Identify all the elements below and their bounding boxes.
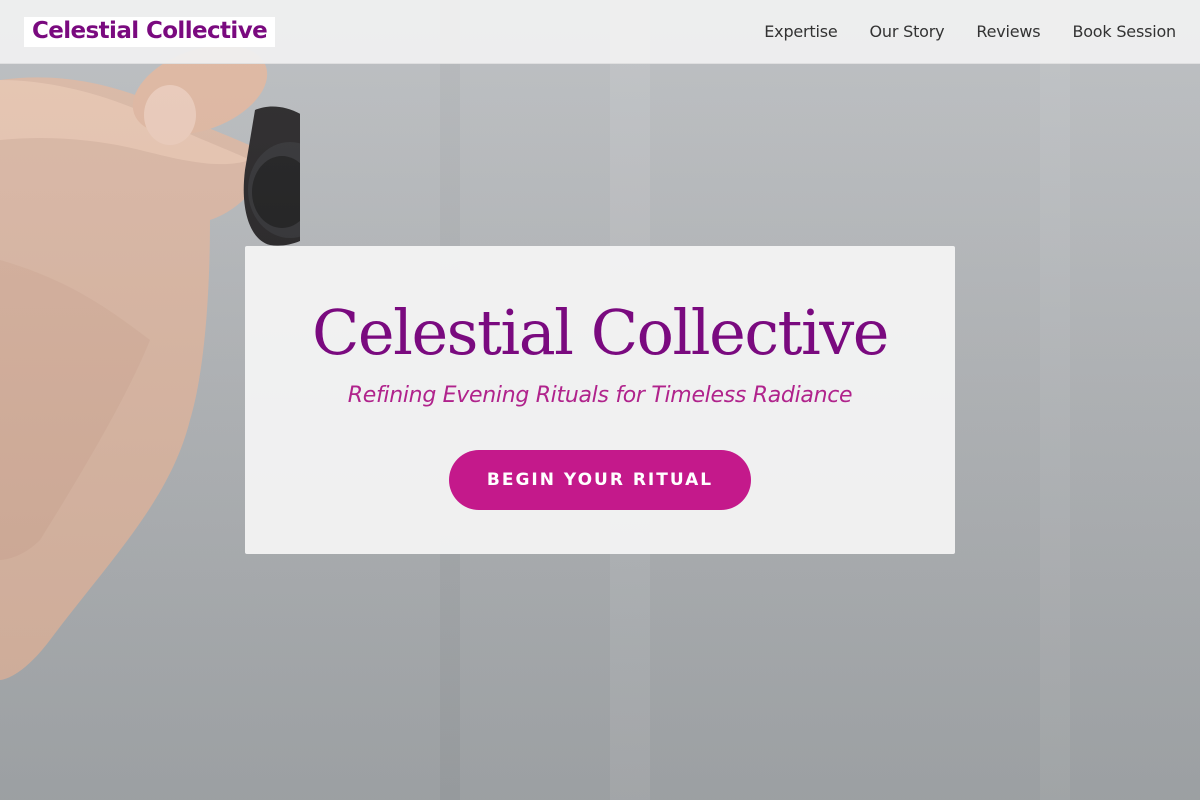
hero-card: Celestial Collective Refining Evening Ri… [245,246,955,554]
hero-tagline: Refining Evening Rituals for Timeless Ra… [347,383,853,408]
hero-title: Celestial Collective [311,296,890,369]
nav-link-reviews[interactable]: Reviews [976,22,1040,41]
nav-link-expertise[interactable]: Expertise [764,22,837,41]
nav-link-book-session[interactable]: Book Session [1072,22,1176,41]
begin-ritual-button[interactable]: BEGIN YOUR RITUAL [449,450,751,510]
nav-link-our-story[interactable]: Our Story [870,22,945,41]
brand-logo[interactable]: Celestial Collective [24,16,276,47]
main-nav: Expertise Our Story Reviews Book Session [764,22,1176,41]
top-navigation-bar: Celestial Collective Expertise Our Story… [0,0,1200,64]
